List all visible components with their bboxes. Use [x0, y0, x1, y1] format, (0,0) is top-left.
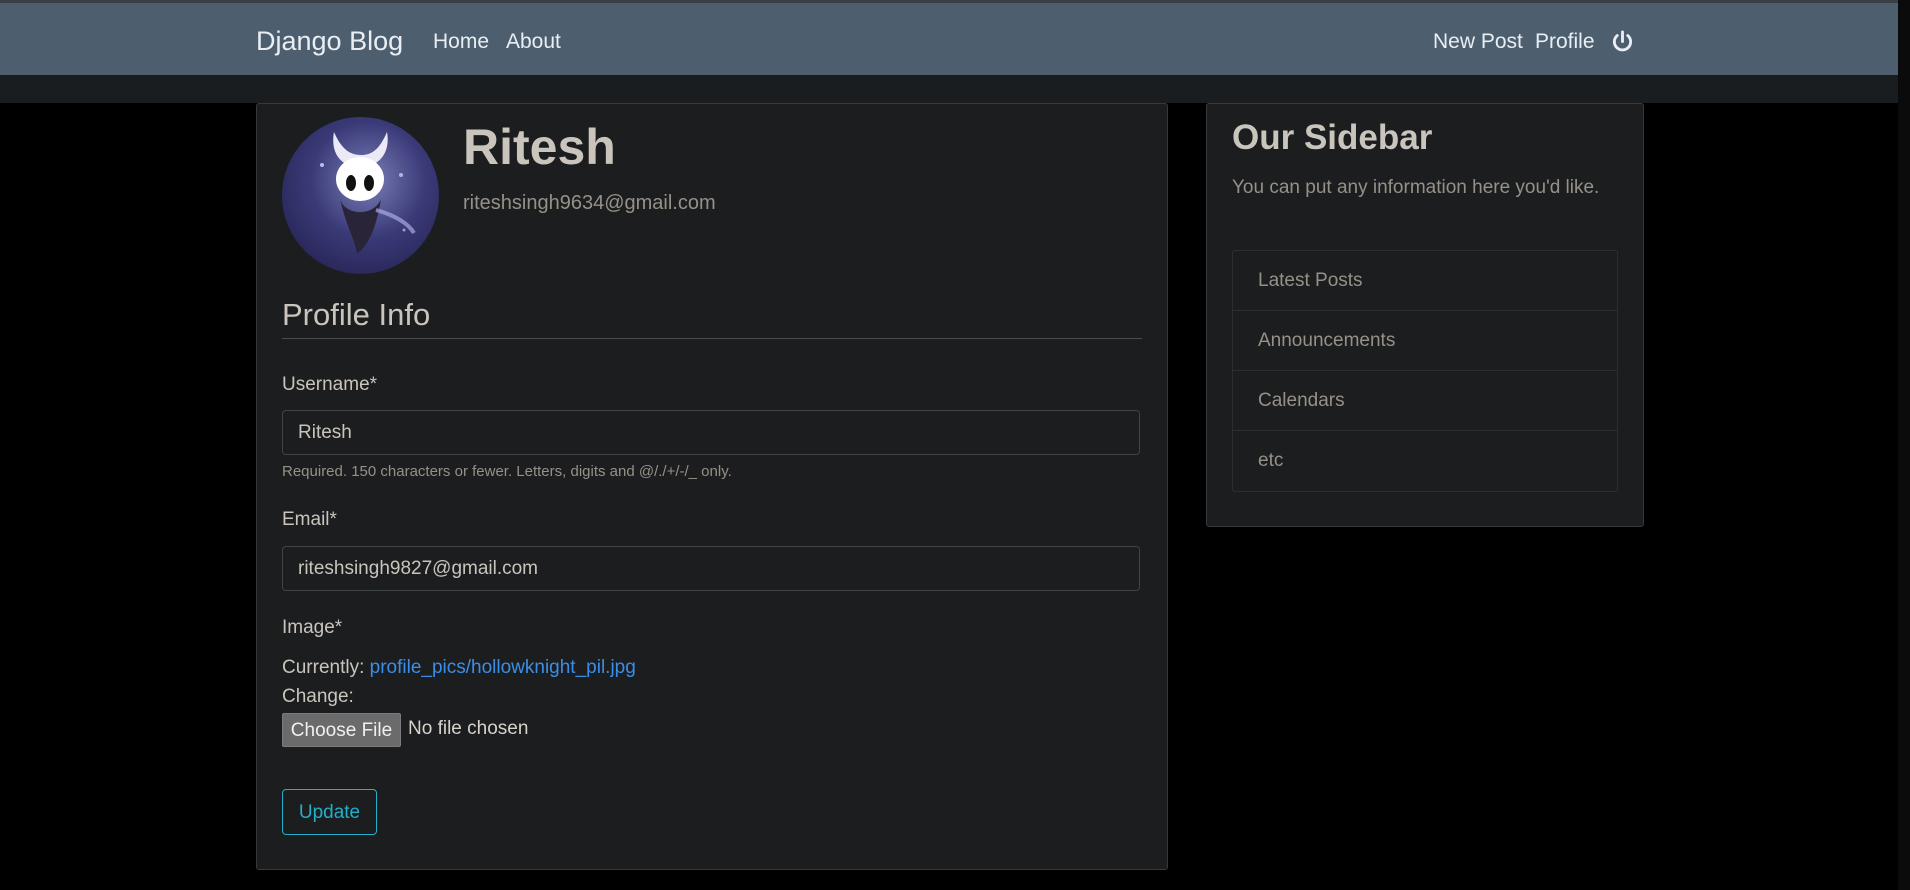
sidebar-title: Our Sidebar [1232, 118, 1433, 157]
username-label: Username* [282, 374, 378, 395]
scrollbar-track[interactable] [1898, 0, 1910, 890]
change-label: Change: [282, 686, 354, 707]
section-divider [282, 338, 1142, 339]
power-icon[interactable] [1611, 30, 1634, 53]
avatar-image [320, 132, 416, 254]
sidebar-item-latest-posts[interactable]: Latest Posts [1233, 251, 1617, 311]
profile-card: Ritesh riteshsingh9634@gmail.com Profile… [256, 103, 1168, 870]
email-input[interactable] [282, 546, 1140, 591]
sidebar-item-announcements[interactable]: Announcements [1233, 311, 1617, 371]
profile-info-title: Profile Info [282, 297, 431, 332]
nav-profile-link[interactable]: Profile [1535, 30, 1595, 54]
email-label: Email* [282, 509, 337, 530]
navbar: Django Blog Home About New Post Profile [0, 3, 1898, 75]
update-button[interactable]: Update [282, 789, 377, 835]
current-image-row: Currently: profile_pics/hollowknight_pil… [282, 657, 636, 679]
navbar-shadow-strip [0, 75, 1898, 103]
username-input[interactable] [282, 410, 1140, 455]
profile-email: riteshsingh9634@gmail.com [463, 192, 716, 214]
image-label: Image* [282, 617, 343, 638]
brand-link[interactable]: Django Blog [256, 26, 403, 57]
sidebar-item-etc[interactable]: etc [1233, 431, 1617, 491]
current-image-link[interactable]: profile_pics/hollowknight_pil.jpg [370, 657, 636, 678]
nav-about-link[interactable]: About [506, 30, 561, 54]
nav-new-post-link[interactable]: New Post [1433, 30, 1523, 54]
nav-home-link[interactable]: Home [433, 30, 489, 54]
file-status-text: No file chosen [408, 718, 529, 739]
avatar [282, 117, 439, 274]
sidebar-card: Our Sidebar You can put any information … [1206, 103, 1644, 527]
username-help-text: Required. 150 characters or fewer. Lette… [282, 463, 732, 480]
choose-file-button[interactable]: Choose File [282, 713, 401, 747]
profile-name: Ritesh [463, 119, 616, 175]
currently-label: Currently: [282, 657, 365, 678]
sidebar-description: You can put any information here you'd l… [1232, 177, 1600, 198]
sidebar-item-calendars[interactable]: Calendars [1233, 371, 1617, 431]
sidebar-list: Latest Posts Announcements Calendars etc [1232, 250, 1618, 492]
